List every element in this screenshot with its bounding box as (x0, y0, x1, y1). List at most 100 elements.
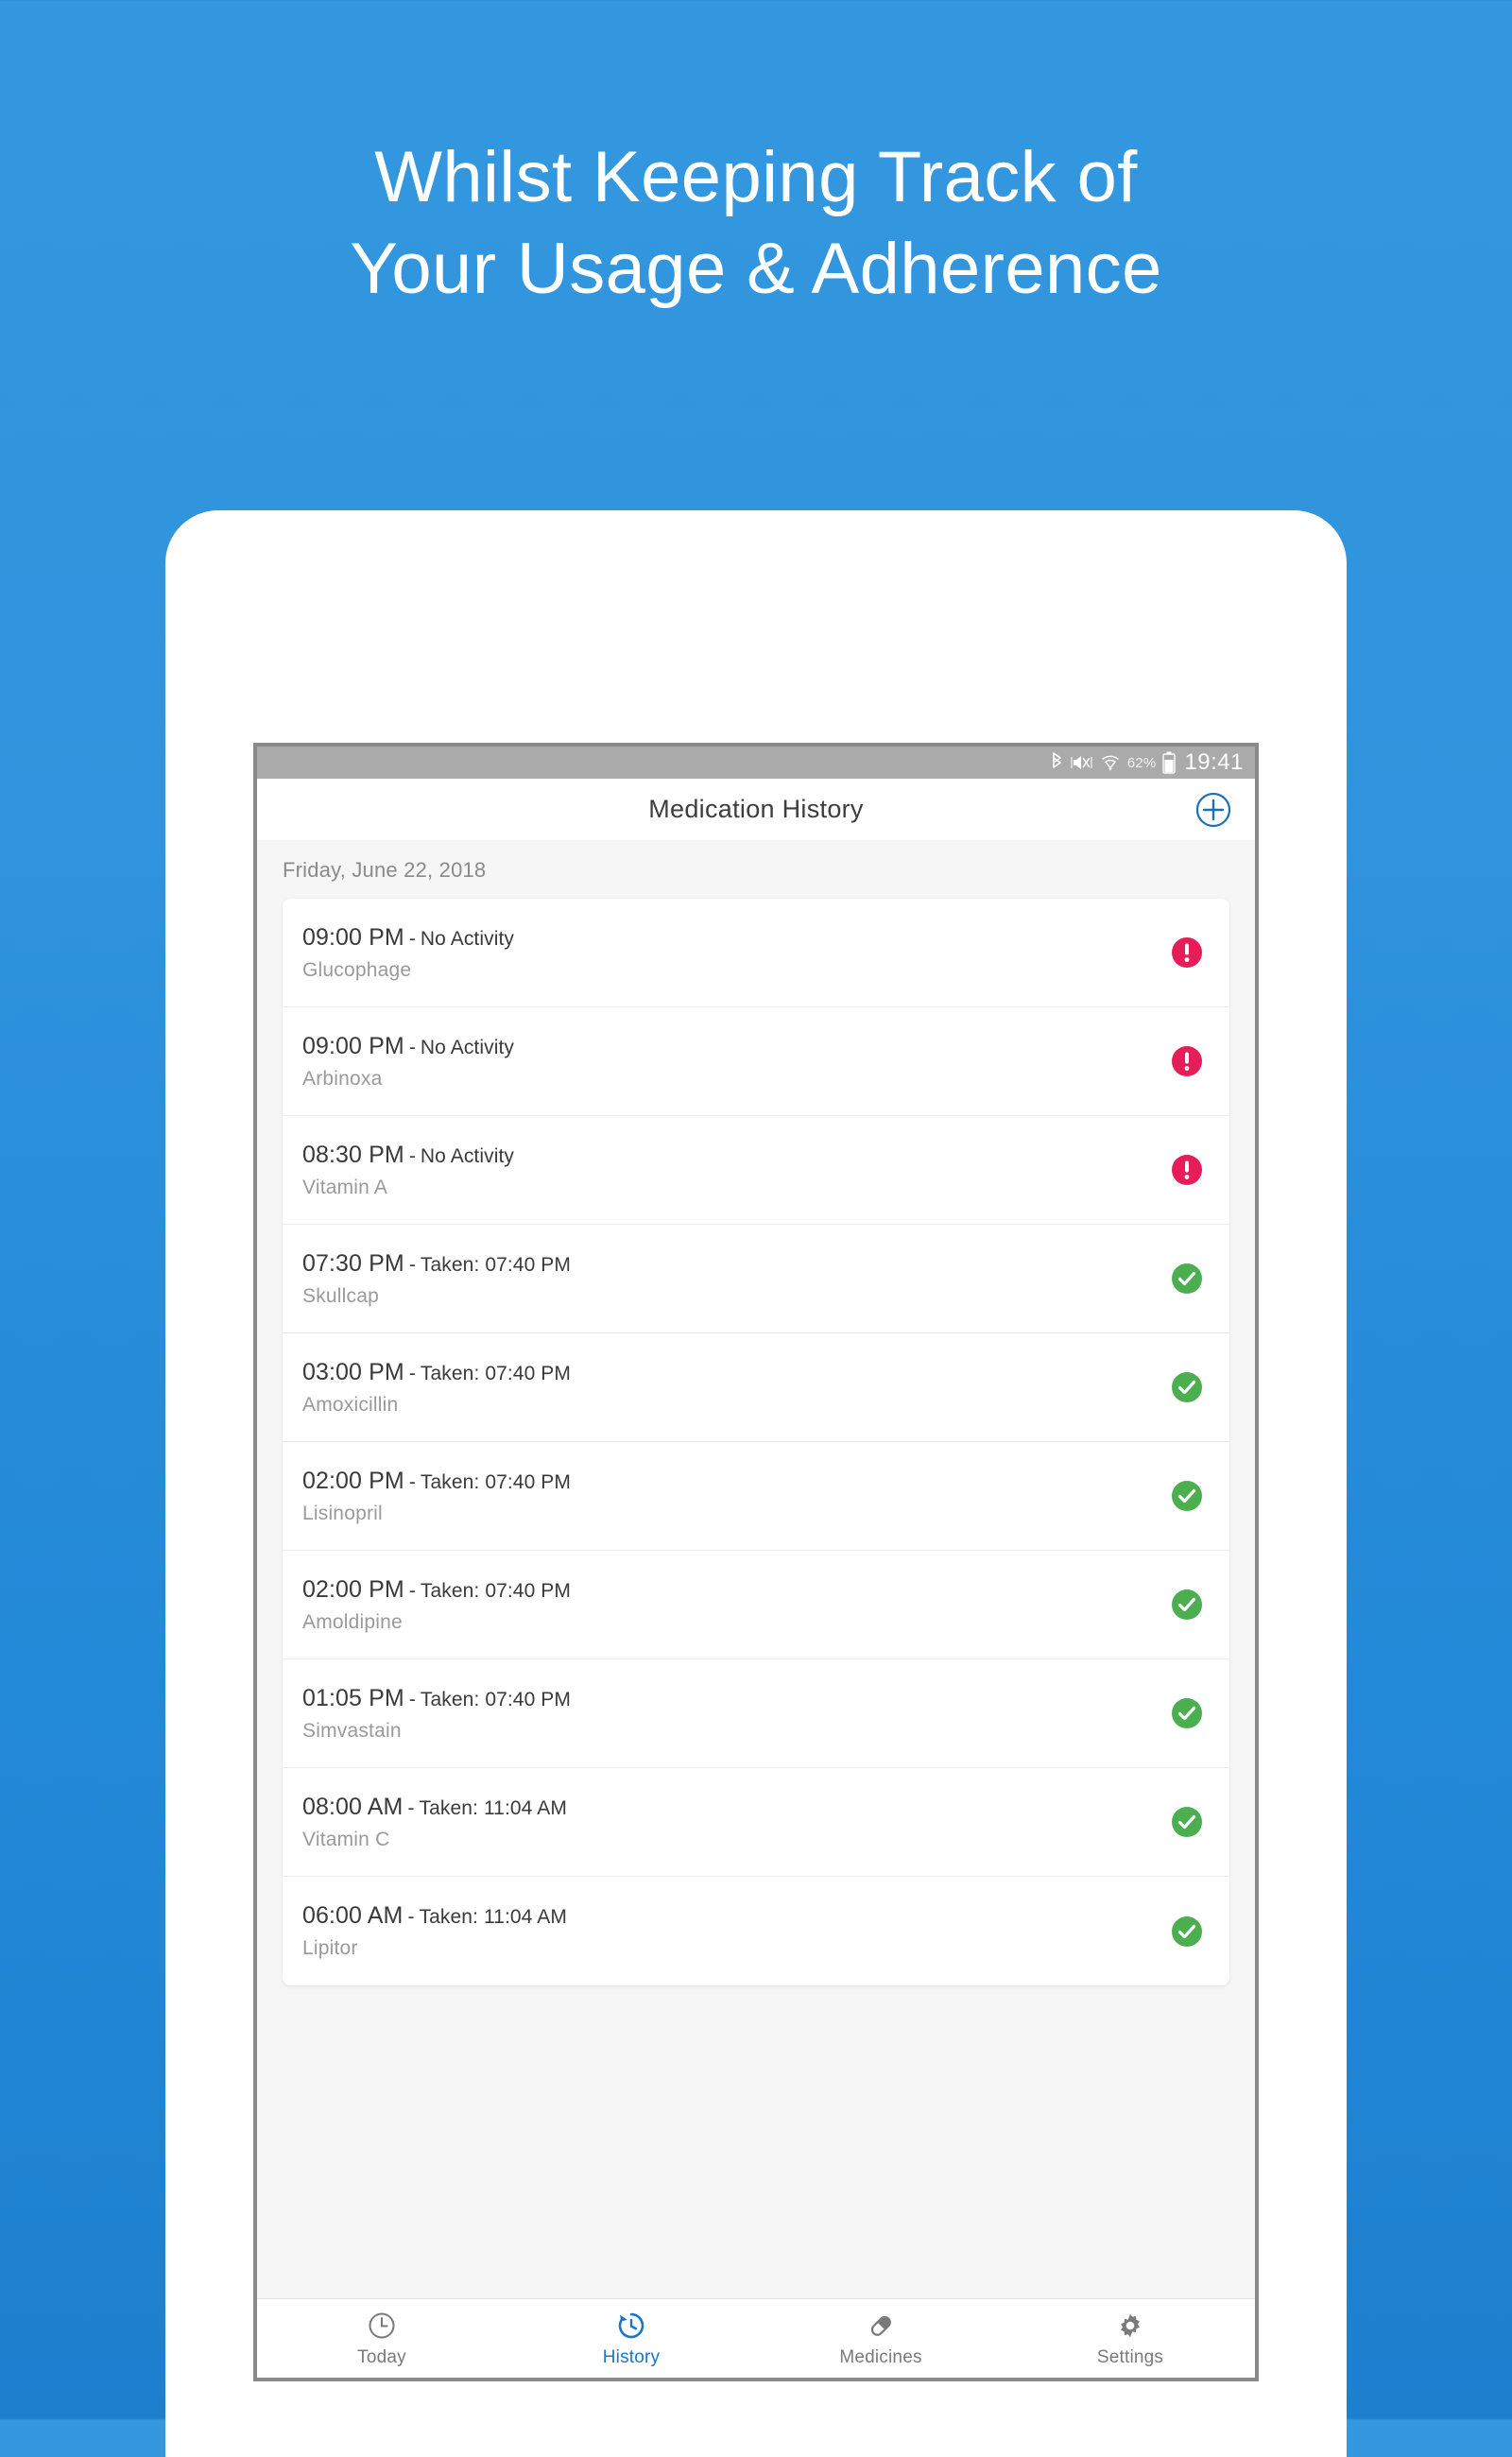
row-text-block: 09:00 PM - No Activity Glucophage (302, 924, 514, 982)
battery-percent-label: 62% (1126, 754, 1157, 771)
taken-check-icon (1170, 1262, 1204, 1296)
tab-settings[interactable]: Settings (1005, 2310, 1255, 2368)
row-time: 09:00 PM (302, 1032, 404, 1059)
tab-label: Medicines (839, 2346, 922, 2367)
row-medicine-name: Lipitor (302, 1937, 358, 1959)
row-schedule-line: 01:05 PM - Taken: 07:40 PM (302, 1685, 571, 1712)
date-section-header: Friday, June 22, 2018 (283, 858, 487, 882)
volume-mute-icon (1071, 753, 1093, 772)
table-row[interactable]: 08:30 PM - No Activity Vitamin A (283, 1116, 1229, 1225)
row-schedule-line: 08:30 PM - No Activity (302, 1142, 514, 1169)
table-row[interactable]: 03:00 PM - Taken: 07:40 PM Amoxicillin (283, 1333, 1229, 1442)
tab-medicines[interactable]: Medicines (756, 2310, 1005, 2368)
row-text-block: 06:00 AM - Taken: 11:04 AM Lipitor (302, 1902, 567, 1960)
alert-badge-icon (1170, 1044, 1204, 1078)
row-time: 06:00 AM (302, 1902, 404, 1929)
table-row[interactable]: 02:00 PM - Taken: 07:40 PM Lisinopril (283, 1442, 1229, 1551)
row-schedule-line: 08:00 AM - Taken: 11:04 AM (302, 1794, 567, 1821)
pill-capsule-icon (866, 2310, 896, 2342)
row-schedule-line: 03:00 PM - Taken: 07:40 PM (302, 1359, 571, 1386)
row-text-block: 03:00 PM - Taken: 07:40 PM Amoxicillin (302, 1359, 571, 1417)
row-time: 09:00 PM (302, 923, 404, 951)
status-clock: 19:41 (1184, 749, 1244, 775)
tab-history[interactable]: History (507, 2310, 756, 2368)
battery-icon (1162, 751, 1177, 774)
history-content: Friday, June 22, 2018 09:00 PM - No Activi… (257, 840, 1255, 2298)
tab-label: Settings (1096, 2346, 1164, 2367)
tab-today[interactable]: Today (257, 2310, 507, 2368)
row-text-block: 02:00 PM - Taken: 07:40 PM Lisinopril (302, 1468, 571, 1525)
row-schedule-line: 07:30 PM - Taken: 07:40 PM (302, 1250, 571, 1278)
bottom-tab-bar: Today History Medicines Settings (257, 2298, 1255, 2378)
taken-check-icon (1170, 1805, 1204, 1839)
row-separator: - (408, 927, 416, 950)
row-schedule-line: 06:00 AM - Taken: 11:04 AM (302, 1902, 567, 1930)
table-row[interactable]: 07:30 PM - Taken: 07:40 PM Skullcap (283, 1225, 1229, 1333)
row-separator: - (408, 1144, 416, 1167)
app-bar: Medication History (257, 779, 1255, 840)
taken-check-icon (1170, 1588, 1204, 1622)
row-status-text: Taken: 07:40 PM (420, 1470, 571, 1493)
row-status-text: Taken: 11:04 AM (419, 1906, 567, 1928)
row-medicine-name: Vitamin C (302, 1828, 390, 1850)
row-status-text: Taken: 07:40 PM (420, 1688, 571, 1710)
row-medicine-name: Glucophage (302, 958, 412, 981)
row-status-text: No Activity (420, 927, 515, 950)
taken-check-icon (1170, 1479, 1204, 1513)
row-schedule-line: 09:00 PM - No Activity (302, 924, 514, 952)
row-medicine-name: Skullcap (302, 1284, 379, 1307)
row-text-block: 01:05 PM - Taken: 07:40 PM Simvastain (302, 1685, 571, 1743)
row-time: 03:00 PM (302, 1358, 404, 1385)
alert-badge-icon (1170, 936, 1204, 970)
row-schedule-line: 09:00 PM - No Activity (302, 1033, 514, 1060)
row-status-text: Taken: 07:40 PM (420, 1579, 571, 1602)
row-text-block: 08:00 AM - Taken: 11:04 AM Vitamin C (302, 1794, 567, 1851)
row-separator: - (408, 1579, 416, 1602)
row-separator: - (407, 1796, 415, 1819)
table-row[interactable]: 09:00 PM - No Activity Glucophage (283, 899, 1229, 1007)
table-row[interactable]: 08:00 AM - Taken: 11:04 AM Vitamin C (283, 1768, 1229, 1877)
row-time: 01:05 PM (302, 1684, 404, 1711)
row-medicine-name: Lisinopril (302, 1502, 383, 1524)
row-text-block: 02:00 PM - Taken: 07:40 PM Amoldipine (302, 1576, 571, 1634)
row-text-block: 09:00 PM - No Activity Arbinoxa (302, 1033, 514, 1091)
table-row[interactable]: 02:00 PM - Taken: 07:40 PM Amoldipine (283, 1551, 1229, 1659)
phone-screen: 62% 19:41 Medication History Friday, Jun… (253, 743, 1259, 2381)
row-medicine-name: Simvastain (302, 1719, 402, 1742)
history-list: 09:00 PM - No Activity Glucophage 09:00 PM - N… (283, 899, 1229, 1985)
row-separator: - (408, 1688, 416, 1710)
row-medicine-name: Arbinoxa (302, 1067, 383, 1090)
row-time: 08:00 AM (302, 1793, 404, 1820)
row-time: 02:00 PM (302, 1467, 404, 1494)
bluetooth-icon (1050, 752, 1064, 773)
row-status-text: Taken: 07:40 PM (420, 1253, 571, 1276)
taken-check-icon (1170, 1696, 1204, 1730)
plus-circle-icon[interactable] (1193, 789, 1234, 831)
table-row[interactable]: 06:00 AM - Taken: 11:04 AM Lipitor (283, 1877, 1229, 1985)
row-separator: - (408, 1253, 416, 1276)
row-medicine-name: Vitamin A (302, 1176, 388, 1198)
row-schedule-line: 02:00 PM - Taken: 07:40 PM (302, 1468, 571, 1495)
taken-check-icon (1170, 1370, 1204, 1404)
row-time: 02:00 PM (302, 1575, 404, 1603)
alert-badge-icon (1170, 1153, 1204, 1187)
row-separator: - (408, 1036, 416, 1058)
table-row[interactable]: 01:05 PM - Taken: 07:40 PM Simvastain (283, 1659, 1229, 1768)
row-status-text: No Activity (420, 1036, 515, 1058)
wifi-icon (1100, 753, 1121, 772)
row-text-block: 08:30 PM - No Activity Vitamin A (302, 1142, 514, 1199)
table-row[interactable]: 09:00 PM - No Activity Arbinoxa (283, 1007, 1229, 1116)
promo-headline: Whilst Keeping Track of Your Usage & Adh… (0, 132, 1512, 315)
tab-label: History (602, 2346, 661, 2367)
row-text-block: 07:30 PM - Taken: 07:40 PM Skullcap (302, 1250, 571, 1308)
row-medicine-name: Amoxicillin (302, 1393, 399, 1416)
taken-check-icon (1170, 1915, 1204, 1949)
row-status-text: No Activity (420, 1144, 515, 1167)
row-separator: - (408, 1362, 416, 1384)
row-time: 08:30 PM (302, 1141, 404, 1168)
gear-icon (1115, 2310, 1145, 2342)
history-restore-icon (616, 2310, 646, 2342)
row-schedule-line: 02:00 PM - Taken: 07:40 PM (302, 1576, 571, 1604)
clock-icon (367, 2310, 397, 2342)
row-status-text: Taken: 11:04 AM (419, 1796, 567, 1819)
